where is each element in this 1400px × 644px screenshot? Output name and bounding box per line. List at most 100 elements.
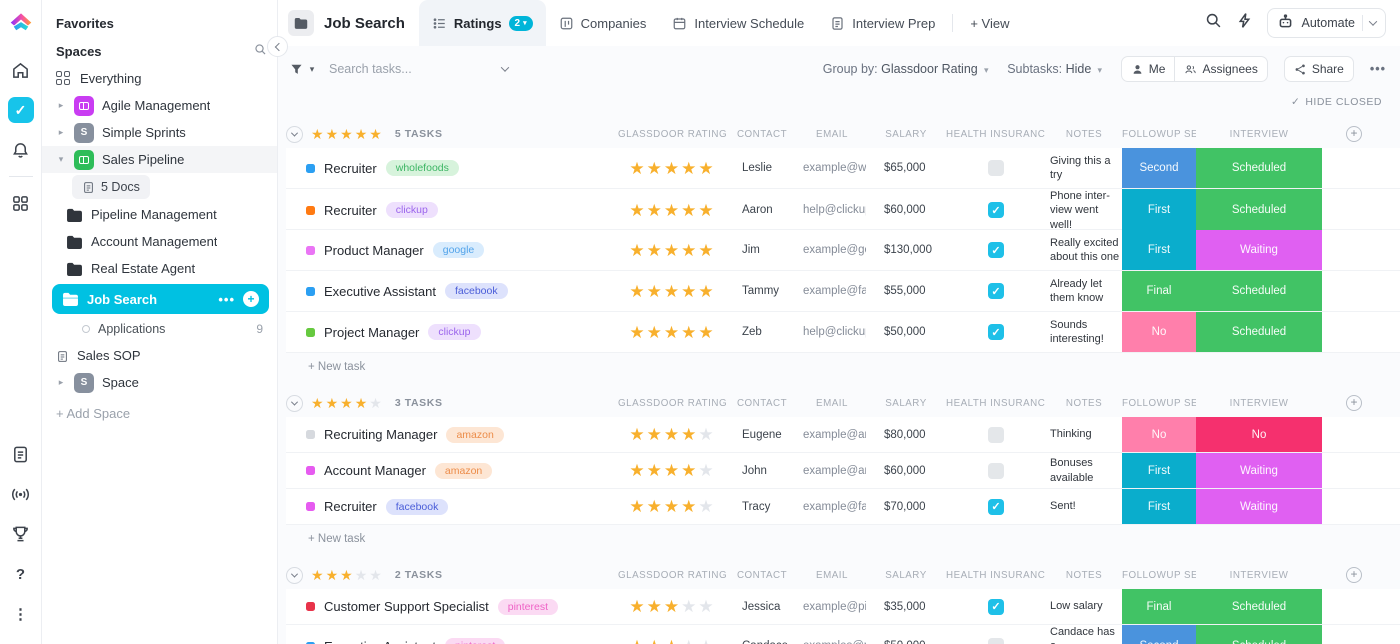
column-header-glassdoor-rating[interactable]: GLASSDOOR RATING bbox=[618, 398, 726, 409]
add-column-icon[interactable]: + bbox=[1346, 126, 1362, 142]
insurance-checkbox[interactable]: ✓ bbox=[988, 202, 1004, 218]
interview-cell[interactable]: Scheduled bbox=[1196, 312, 1322, 352]
folder-add-icon[interactable]: + bbox=[243, 291, 259, 307]
insurance-checkbox[interactable]: ✓ bbox=[988, 599, 1004, 615]
column-header-health-insurance[interactable]: HEALTH INSURANCE bbox=[946, 398, 1046, 409]
column-header-contact[interactable]: CONTACT bbox=[726, 398, 798, 409]
email-cell[interactable]: examples@p bbox=[798, 625, 866, 644]
contact-cell[interactable]: Jim bbox=[726, 230, 798, 270]
followup-sent-cell[interactable]: First bbox=[1122, 453, 1196, 488]
tab-companies[interactable]: Companies bbox=[546, 0, 660, 46]
clickup-logo-icon[interactable] bbox=[8, 8, 34, 34]
email-cell[interactable]: example@wh bbox=[798, 148, 866, 188]
interview-cell[interactable]: Scheduled bbox=[1196, 625, 1322, 644]
lightning-bolt-icon[interactable] bbox=[1236, 12, 1253, 34]
pulse-broadcast-icon[interactable] bbox=[8, 481, 34, 507]
column-header-health-insurance[interactable]: HEALTH INSURANCE bbox=[946, 129, 1046, 140]
task-name-cell[interactable]: Account Manageramazon bbox=[286, 453, 618, 488]
company-tag[interactable]: pinterest bbox=[498, 599, 558, 615]
automate-button[interactable]: Automate bbox=[1267, 8, 1386, 38]
notes-cell[interactable]: Bonuses available bbox=[1046, 453, 1122, 488]
salary-cell[interactable]: $55,000 bbox=[866, 271, 946, 311]
column-header-salary[interactable]: SALARY bbox=[866, 570, 946, 581]
interview-cell[interactable]: Scheduled bbox=[1196, 589, 1322, 624]
sidebar-item-5-docs[interactable]: 5 Docs bbox=[72, 175, 150, 199]
status-square-icon[interactable] bbox=[306, 602, 315, 611]
rating-stars[interactable]: ★★★★★ bbox=[618, 625, 726, 644]
task-name-cell[interactable]: Recruiterfacebook bbox=[286, 489, 618, 524]
status-square-icon[interactable] bbox=[306, 466, 315, 475]
group-by-control[interactable]: Group by: Glassdoor Rating ▾ bbox=[823, 62, 991, 76]
followup-sent-cell[interactable]: Second bbox=[1122, 625, 1196, 644]
email-cell[interactable]: example@am bbox=[798, 417, 866, 452]
company-tag[interactable]: wholefoods bbox=[386, 160, 459, 176]
sidebar-item-space[interactable]: ▸SSpace bbox=[42, 369, 277, 396]
followup-sent-cell[interactable]: No bbox=[1122, 417, 1196, 452]
me-filter-button[interactable]: Me bbox=[1122, 57, 1175, 81]
notes-cell[interactable]: Sent! bbox=[1046, 489, 1122, 524]
help-question-icon[interactable]: ? bbox=[8, 561, 34, 587]
add-space-button[interactable]: + Add Space bbox=[42, 396, 277, 431]
task-name-cell[interactable]: Executive Assistantfacebook bbox=[286, 271, 618, 311]
rating-stars[interactable]: ★★★★★ bbox=[618, 417, 726, 452]
sidebar-item-everything[interactable]: Everything bbox=[42, 65, 277, 92]
email-cell[interactable]: example@fac bbox=[798, 271, 866, 311]
tasks-icon[interactable]: ✓ bbox=[8, 97, 34, 123]
status-square-icon[interactable] bbox=[306, 206, 315, 215]
task-name-cell[interactable]: Recruiterwholefoods bbox=[286, 148, 618, 188]
salary-cell[interactable]: $130,000 bbox=[866, 230, 946, 270]
sidebar-item-applications[interactable]: Applications9 bbox=[42, 316, 277, 342]
chevron-right-icon[interactable]: ▸ bbox=[56, 100, 66, 111]
notifications-bell-icon[interactable] bbox=[8, 137, 34, 163]
hide-closed-toggle[interactable]: ✓ HIDE CLOSED bbox=[1291, 96, 1382, 108]
followup-sent-cell[interactable]: No bbox=[1122, 312, 1196, 352]
column-header-followup-sent[interactable]: FOLLOWUP SENT bbox=[1122, 570, 1196, 581]
column-header-salary[interactable]: SALARY bbox=[866, 129, 946, 140]
rating-stars[interactable]: ★★★★★ bbox=[618, 589, 726, 624]
chevron-right-icon[interactable]: ▸ bbox=[56, 127, 66, 138]
insurance-checkbox[interactable]: ✓ bbox=[988, 283, 1004, 299]
contact-cell[interactable]: John bbox=[726, 453, 798, 488]
column-header-interview[interactable]: INTERVIEW bbox=[1196, 570, 1322, 581]
notes-cell[interactable]: Really excited about this one bbox=[1046, 230, 1122, 270]
tab-interview-schedule[interactable]: Interview Schedule bbox=[659, 0, 817, 46]
rating-stars[interactable]: ★★★★★ bbox=[618, 230, 726, 270]
notes-cell[interactable]: Already let them know bbox=[1046, 271, 1122, 311]
task-name-cell[interactable]: Customer Support Specialistpinterest bbox=[286, 589, 618, 624]
column-header-followup-sent[interactable]: FOLLOWUP SENT bbox=[1122, 129, 1196, 140]
interview-cell[interactable]: Waiting bbox=[1196, 230, 1322, 270]
filter-funnel-icon[interactable]: ▾ bbox=[290, 63, 317, 76]
column-header-notes[interactable]: NOTES bbox=[1046, 398, 1122, 409]
interview-cell[interactable]: Waiting bbox=[1196, 453, 1322, 488]
column-header-followup-sent[interactable]: FOLLOWUP SENT bbox=[1122, 398, 1196, 409]
rating-stars[interactable]: ★★★★★ bbox=[618, 489, 726, 524]
search-icon[interactable] bbox=[1205, 12, 1222, 34]
rating-stars[interactable]: ★★★★★ bbox=[618, 271, 726, 311]
spaces-search-icon[interactable] bbox=[254, 43, 267, 59]
salary-cell[interactable]: $60,000 bbox=[866, 189, 946, 232]
followup-sent-cell[interactable]: First bbox=[1122, 489, 1196, 524]
insurance-checkbox[interactable] bbox=[988, 160, 1004, 176]
chevron-down-icon[interactable]: ▾ bbox=[56, 154, 66, 165]
status-square-icon[interactable] bbox=[306, 287, 315, 296]
notes-cell[interactable]: Sounds interesting! bbox=[1046, 312, 1122, 352]
status-square-icon[interactable] bbox=[306, 502, 315, 511]
sidebar-item-simple-sprints[interactable]: ▸SSimple Sprints bbox=[42, 119, 277, 146]
column-header-salary[interactable]: SALARY bbox=[866, 398, 946, 409]
contact-cell[interactable]: Zeb bbox=[726, 312, 798, 352]
rating-stars[interactable]: ★★★★★ bbox=[618, 312, 726, 352]
column-header-email[interactable]: EMAIL bbox=[798, 398, 866, 409]
toolbar-more-button[interactable]: ••• bbox=[1370, 62, 1386, 76]
interview-cell[interactable]: Scheduled bbox=[1196, 148, 1322, 188]
task-name-cell[interactable]: Recruiterclickup bbox=[286, 189, 618, 232]
status-square-icon[interactable] bbox=[306, 246, 315, 255]
rating-stars[interactable]: ★★★★★ bbox=[618, 453, 726, 488]
sidebar-collapse-button[interactable] bbox=[267, 36, 288, 57]
email-cell[interactable]: example@go bbox=[798, 230, 866, 270]
email-cell[interactable]: example@pir bbox=[798, 589, 866, 624]
followup-sent-cell[interactable]: First bbox=[1122, 230, 1196, 270]
contact-cell[interactable]: Tammy bbox=[726, 271, 798, 311]
group-collapse-icon[interactable] bbox=[286, 126, 303, 143]
tab--view[interactable]: + View bbox=[957, 0, 1022, 46]
sidebar-item-sales-pipeline[interactable]: ▾Sales Pipeline bbox=[42, 146, 277, 173]
